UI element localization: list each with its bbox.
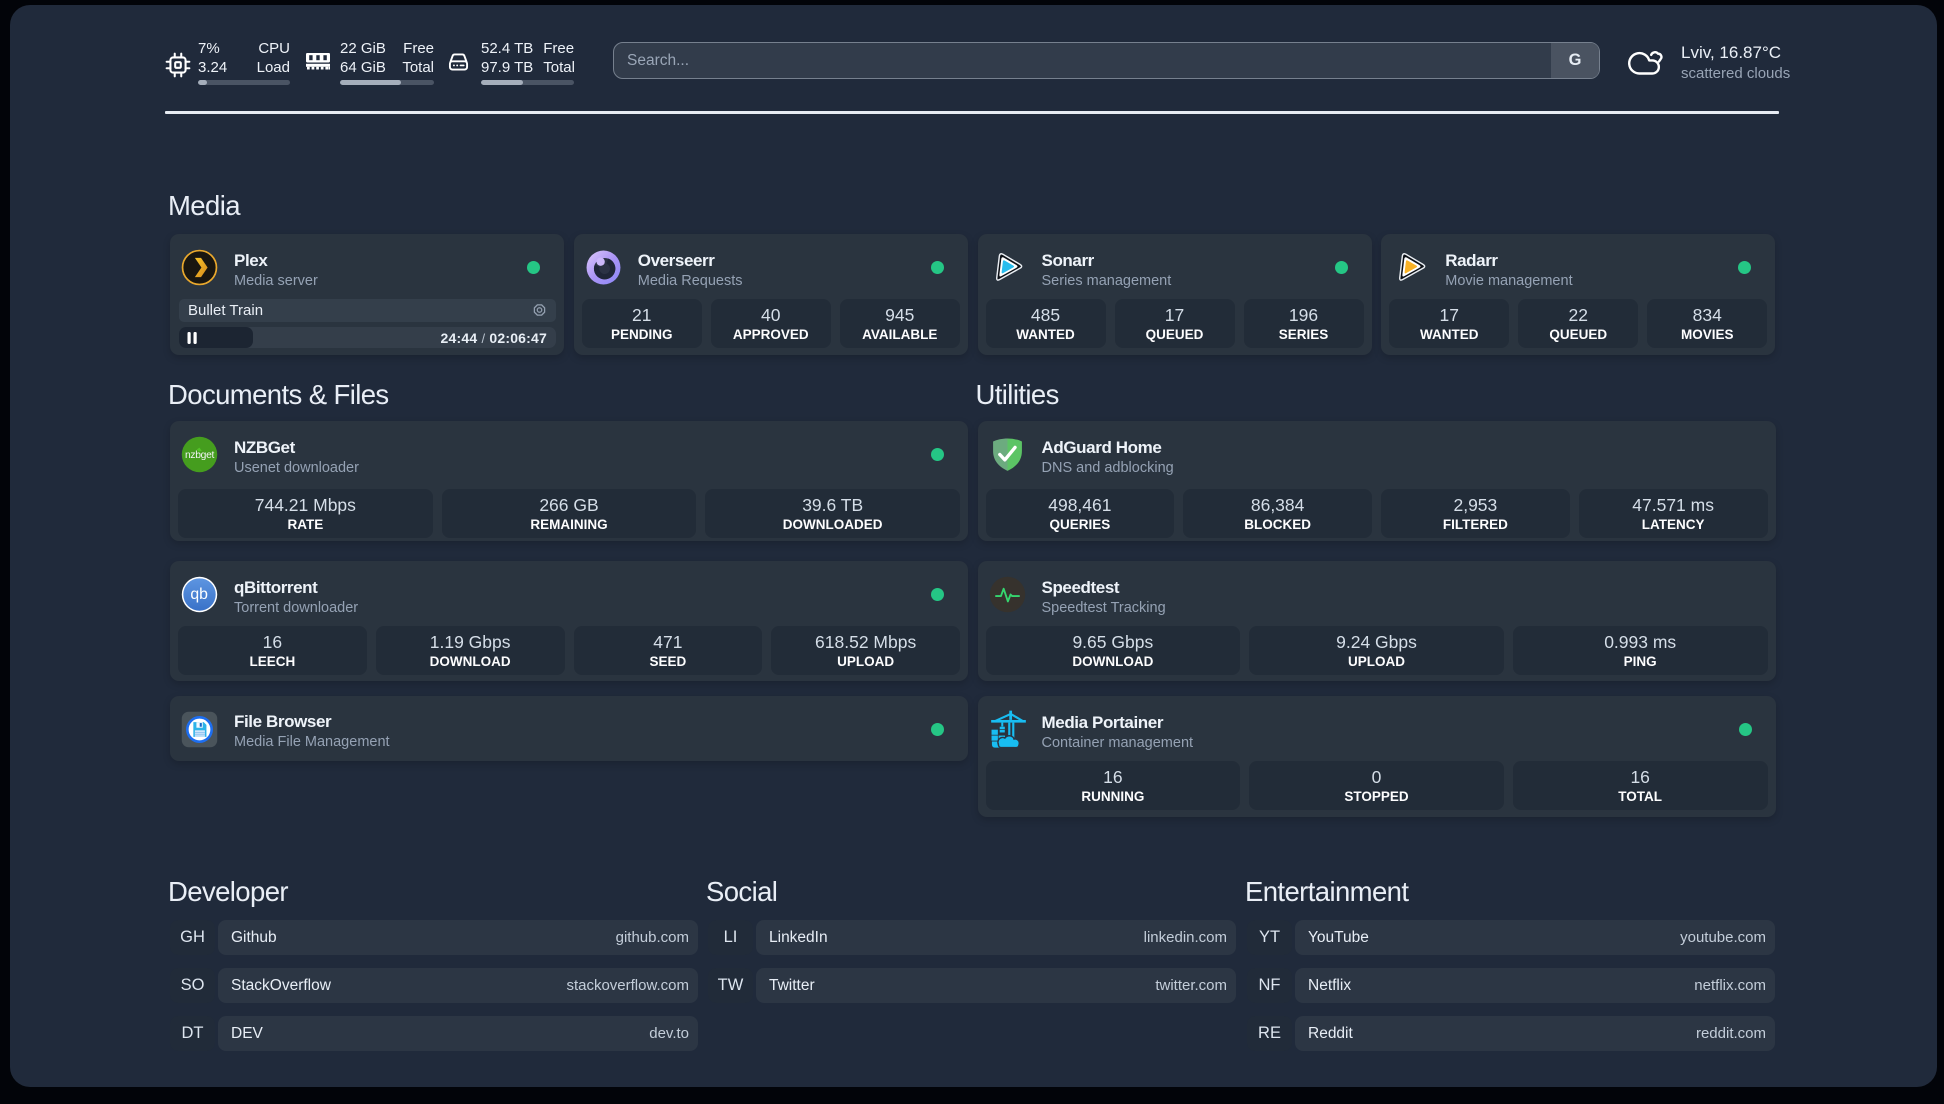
svg-text:nzbget: nzbget xyxy=(185,450,215,461)
svg-text:qb: qb xyxy=(190,586,208,603)
